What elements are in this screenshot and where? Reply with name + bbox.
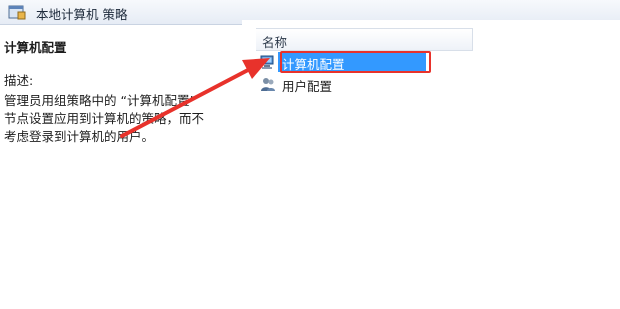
annotation-arrow xyxy=(120,58,270,138)
